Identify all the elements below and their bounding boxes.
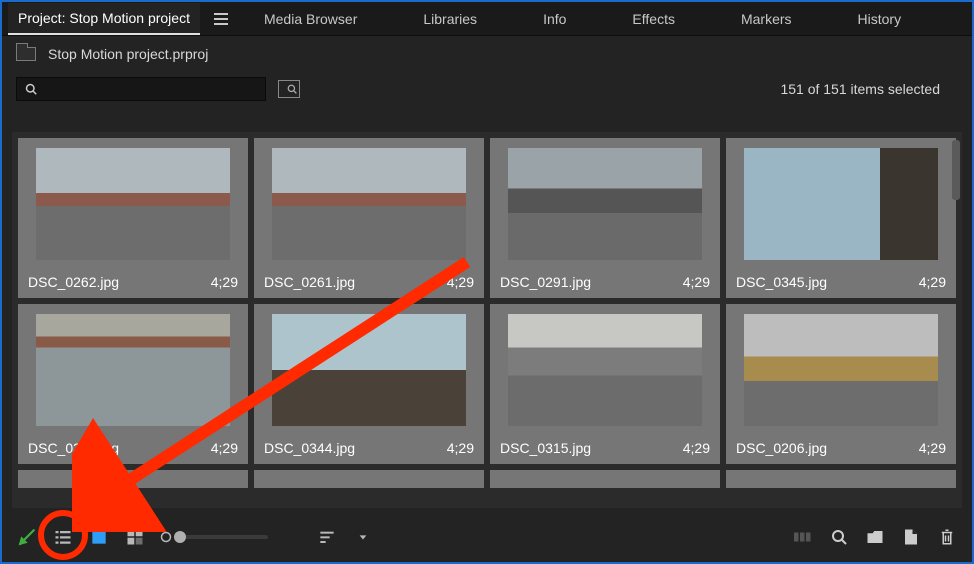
- search-icon: [25, 83, 37, 95]
- clip-duration: 4;29: [683, 274, 710, 290]
- thumbnail-image: [272, 148, 466, 260]
- clip-name: DSC_0261.jpg: [264, 274, 355, 290]
- thumbnail-card[interactable]: DSC_0206.jpg 4;29: [726, 304, 956, 464]
- panel-menu-icon[interactable]: [208, 9, 234, 29]
- thumbnail-area: [254, 138, 484, 269]
- clip-duration: 4;29: [447, 274, 474, 290]
- tab-effects[interactable]: Effects: [622, 4, 685, 34]
- tab-libraries[interactable]: Libraries: [413, 4, 487, 34]
- tab-project-label: Project: Stop Motion project: [18, 10, 190, 26]
- thumbnail-card[interactable]: DSC_0291.jpg 4;29: [490, 138, 720, 298]
- new-bin-button[interactable]: [864, 526, 886, 548]
- thumbnail-area: [726, 304, 956, 435]
- tab-media-browser[interactable]: Media Browser: [254, 4, 367, 34]
- thumbnail-card[interactable]: DSC_0345.jpg 4;29: [726, 138, 956, 298]
- clip-name: DSC_0345.jpg: [736, 274, 827, 290]
- search-row: 151 of 151 items selected: [2, 72, 972, 106]
- bin-grid: DSC_0262.jpg4;29DSC_0261.jpg4;29DSC_0291…: [12, 132, 962, 508]
- list-view-button[interactable]: [52, 526, 74, 548]
- tab-label: Markers: [741, 11, 792, 27]
- thumbnail-card[interactable]: [254, 470, 484, 488]
- clip-name: DSC_0327.jpg: [28, 440, 119, 456]
- tab-markers[interactable]: Markers: [731, 4, 802, 34]
- tab-project[interactable]: Project: Stop Motion project: [8, 3, 200, 35]
- thumbnail-card[interactable]: DSC_0262.jpg 4;29: [18, 138, 248, 298]
- icon-view-button[interactable]: [88, 526, 110, 548]
- thumbnail-image: [508, 314, 702, 426]
- tab-label: History: [858, 11, 902, 27]
- thumbnail-area: [18, 304, 248, 435]
- automate-to-sequence-icon[interactable]: [792, 526, 814, 548]
- panel-tabs: Project: Stop Motion project Media Brows…: [2, 2, 972, 36]
- tab-history[interactable]: History: [848, 4, 912, 34]
- thumbnail-image: [272, 314, 466, 426]
- thumbnail-card[interactable]: DSC_0344.jpg 4;29: [254, 304, 484, 464]
- bottom-toolbar: [2, 512, 972, 562]
- project-header: Stop Motion project.prproj: [2, 36, 972, 72]
- search-field[interactable]: [40, 82, 257, 97]
- thumbnail-image: [36, 314, 230, 426]
- thumbnail-area: [490, 138, 720, 269]
- find-button[interactable]: [828, 526, 850, 548]
- zoom-slider[interactable]: [160, 526, 268, 548]
- thumbnail-image: [36, 148, 230, 260]
- clip-name: DSC_0206.jpg: [736, 440, 827, 456]
- clip-duration: 4;29: [683, 440, 710, 456]
- thumbnail-card[interactable]: DSC_0315.jpg 4;29: [490, 304, 720, 464]
- clip-name: DSC_0315.jpg: [500, 440, 591, 456]
- clip-duration: 4;29: [211, 440, 238, 456]
- thumbnail-image: [744, 148, 938, 260]
- thumbnail-card[interactable]: DSC_0261.jpg 4;29: [254, 138, 484, 298]
- thumbnail-image: [744, 314, 938, 426]
- thumbnail-card[interactable]: [726, 470, 956, 488]
- project-filename: Stop Motion project.prproj: [48, 46, 208, 62]
- thumbnail-area: [254, 304, 484, 435]
- delete-button[interactable]: [936, 526, 958, 548]
- search-input[interactable]: [16, 77, 266, 101]
- write-enable-icon[interactable]: [16, 526, 38, 548]
- tab-label: Effects: [632, 11, 675, 27]
- clip-name: DSC_0291.jpg: [500, 274, 591, 290]
- thumbnail-card[interactable]: [490, 470, 720, 488]
- thumbnail-area: [490, 304, 720, 435]
- tab-label: Libraries: [423, 11, 477, 27]
- clip-duration: 4;29: [211, 274, 238, 290]
- clip-name: DSC_0344.jpg: [264, 440, 355, 456]
- thumbnail-card[interactable]: [18, 470, 248, 488]
- clip-duration: 4;29: [447, 440, 474, 456]
- clip-name: DSC_0262.jpg: [28, 274, 119, 290]
- thumbnail-area: [726, 138, 956, 269]
- new-item-button[interactable]: [900, 526, 922, 548]
- sort-menu-chevron-icon[interactable]: [352, 526, 374, 548]
- clip-duration: 4;29: [919, 440, 946, 456]
- find-faces-icon[interactable]: [278, 80, 300, 98]
- sort-button[interactable]: [316, 526, 338, 548]
- scrollbar-thumb[interactable]: [952, 140, 960, 200]
- tab-info[interactable]: Info: [533, 4, 576, 34]
- tab-label: Media Browser: [264, 11, 357, 27]
- clip-duration: 4;29: [919, 274, 946, 290]
- thumbnail-card[interactable]: DSC_0327.jpg 4;29: [18, 304, 248, 464]
- grid-scrollbar[interactable]: [952, 140, 960, 498]
- project-bin-icon[interactable]: [16, 47, 36, 61]
- tab-label: Info: [543, 11, 566, 27]
- selection-status: 151 of 151 items selected: [780, 81, 958, 97]
- thumbnail-image: [508, 148, 702, 260]
- thumbnail-area: [18, 138, 248, 269]
- freeform-view-button[interactable]: [124, 526, 146, 548]
